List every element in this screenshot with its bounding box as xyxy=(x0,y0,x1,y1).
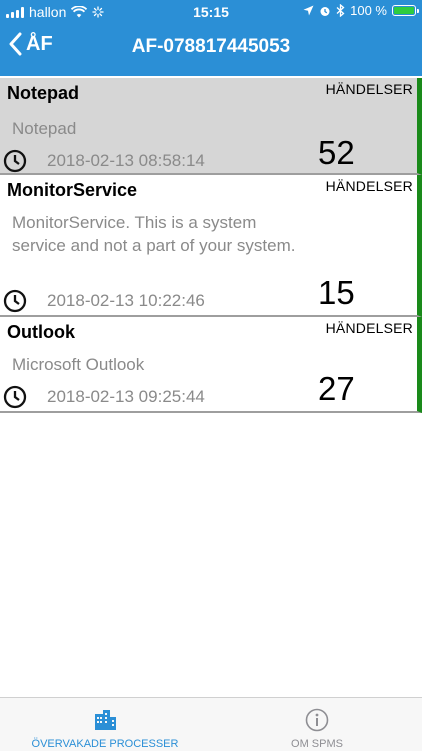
page-title: AF-078817445053 xyxy=(131,36,291,57)
clock-icon xyxy=(3,385,27,409)
timestamp-row: 2018-02-13 09:25:44 xyxy=(3,385,205,409)
process-description: MonitorService. This is a system service… xyxy=(12,213,296,255)
tab-label: OM SPMS xyxy=(291,738,343,750)
process-name: Outlook xyxy=(7,322,75,342)
battery-icon xyxy=(392,5,419,16)
events-label: HÄNDELSER xyxy=(325,81,413,97)
process-timestamp: 2018-02-13 10:22:46 xyxy=(47,291,205,310)
timestamp-row: 2018-02-13 08:58:14 xyxy=(3,149,205,173)
tab-about-spms[interactable]: OM SPMS xyxy=(212,698,422,751)
events-label: HÄNDELSER xyxy=(325,178,413,194)
tab-label: ÖVERVAKADE PROCESSER xyxy=(31,738,179,750)
clock-icon xyxy=(3,289,27,313)
location-icon xyxy=(303,5,314,16)
events-label: HÄNDELSER xyxy=(325,320,413,336)
alarm-icon xyxy=(320,6,330,16)
process-item-notepad[interactable]: Notepad HÄNDELSER Notepad 2018-02-13 08:… xyxy=(0,78,422,175)
app-header: hallon 15:15 100 % ÅF AF-078817445053 xyxy=(0,0,422,76)
process-description: Microsoft Outlook xyxy=(12,355,145,374)
event-count: 15 xyxy=(318,274,355,311)
process-description: Notepad xyxy=(12,119,77,138)
buildings-icon xyxy=(95,710,116,730)
process-name: Notepad xyxy=(7,83,79,103)
process-item-monitorservice[interactable]: MonitorService HÄNDELSER MonitorService.… xyxy=(0,175,422,317)
clock-icon xyxy=(3,149,27,173)
battery-percentage: 100 % xyxy=(350,3,387,18)
process-timestamp: 2018-02-13 09:25:44 xyxy=(47,387,205,406)
event-count: 27 xyxy=(318,370,355,407)
info-icon xyxy=(305,708,329,732)
bluetooth-icon xyxy=(336,4,345,17)
process-timestamp: 2018-02-13 08:58:14 xyxy=(47,151,205,170)
process-item-outlook[interactable]: Outlook HÄNDELSER Microsoft Outlook 2018… xyxy=(0,317,422,413)
process-name: MonitorService xyxy=(7,180,138,200)
process-list: Notepad HÄNDELSER Notepad 2018-02-13 08:… xyxy=(0,78,422,413)
tab-monitored-processes[interactable]: ÖVERVAKADE PROCESSER xyxy=(0,698,210,751)
timestamp-row: 2018-02-13 10:22:46 xyxy=(3,289,205,313)
tab-bar: ÖVERVAKADE PROCESSER OM SPMS xyxy=(0,697,422,751)
navigation-bar: ÅF AF-078817445053 xyxy=(0,28,422,68)
event-count: 52 xyxy=(318,134,355,171)
status-bar: hallon 15:15 100 % xyxy=(0,0,422,24)
